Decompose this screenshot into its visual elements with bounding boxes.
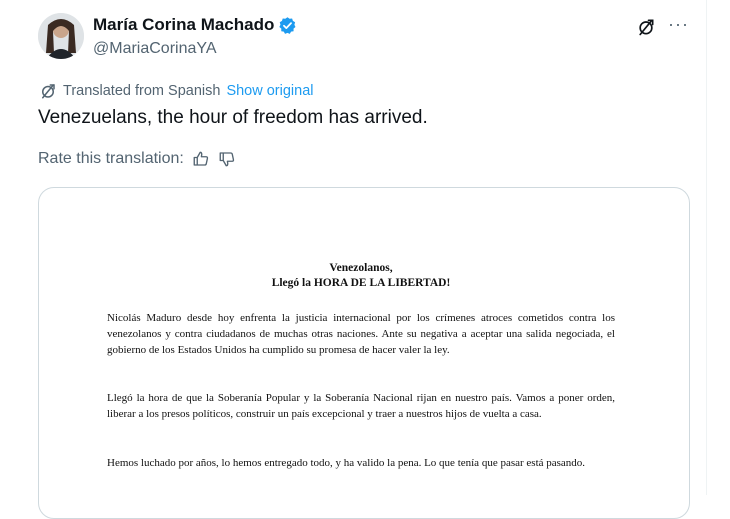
verified-badge-icon — [279, 16, 296, 34]
thumbs-down-icon[interactable] — [218, 150, 236, 168]
document-paragraph: Nicolás Maduro desde hoy enfrenta la jus… — [107, 312, 615, 356]
author-handle[interactable]: @MariaCorinaYA — [93, 39, 217, 59]
document-paragraph: Hemos luchado por años, lo hemos entrega… — [107, 457, 586, 469]
author-display-name[interactable]: María Corina Machado — [93, 15, 274, 35]
avatar-photo — [38, 13, 84, 59]
translated-from-label: Translated from Spanish — [63, 83, 221, 99]
author-name-row: María Corina Machado — [93, 15, 297, 35]
document-subtitle: Llegó la HORA DE LA LIBERTAD! — [271, 277, 451, 289]
avatar[interactable] — [38, 13, 84, 59]
rate-translation-row: Rate this translation: — [38, 150, 236, 168]
rate-translation-label: Rate this translation: — [38, 150, 184, 167]
thumbs-up-icon[interactable] — [192, 150, 210, 168]
translate-icon[interactable] — [636, 17, 656, 37]
more-icon[interactable]: ··· — [668, 14, 689, 34]
column-divider — [706, 0, 707, 495]
attached-image-card[interactable]: Venezolanos, Llegó la HORA DE LA LIBERTA… — [38, 187, 690, 519]
document-title: Venezolanos, — [329, 262, 393, 274]
document-paragraph: Llegó la hora de que la Soberanía Popula… — [107, 392, 615, 420]
show-original-link[interactable]: Show original — [226, 83, 313, 99]
tweet-text: Venezuelans, the hour of freedom has arr… — [38, 107, 428, 128]
statement-document: Venezolanos, Llegó la HORA DE LA LIBERTA… — [107, 260, 615, 469]
translate-icon — [42, 84, 55, 99]
translation-info: Translated from Spanish Show original — [39, 82, 314, 100]
